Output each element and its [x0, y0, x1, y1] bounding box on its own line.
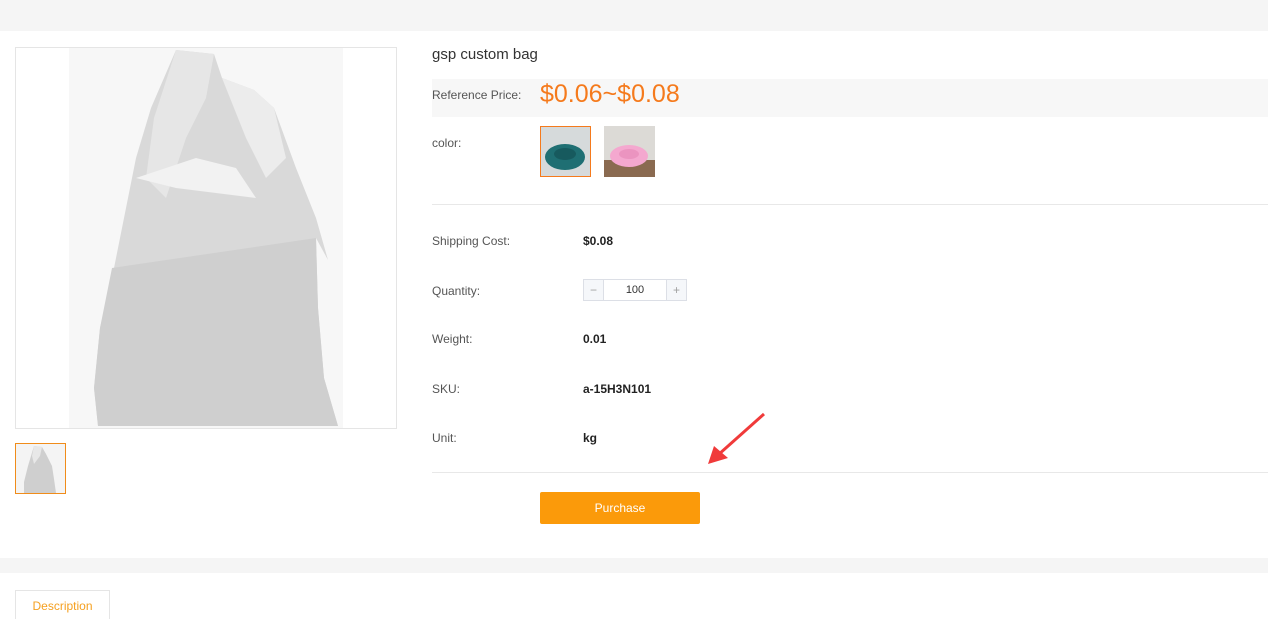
divider-top [432, 204, 1268, 205]
quantity-label: Quantity: [432, 284, 481, 298]
unit-value: kg [583, 431, 598, 445]
annotation-arrow-icon [708, 412, 765, 464]
quantity-increase-button[interactable]: + [666, 280, 686, 300]
shipping-cost-label: Shipping Cost: [432, 234, 511, 248]
teal-pet-bed-icon [541, 127, 590, 176]
quantity-stepper[interactable]: − + [583, 279, 687, 301]
price-value: $0.06~$0.08 [540, 80, 680, 108]
sku-value: a-15H3N101 [583, 382, 652, 396]
unit-label: Unit: [432, 431, 457, 445]
bag-thumbnail [24, 446, 56, 493]
weight-label: Weight: [432, 332, 473, 346]
quantity-input[interactable] [604, 280, 666, 300]
divider-bottom [432, 472, 1268, 473]
quantity-decrease-button[interactable]: − [584, 280, 604, 300]
purchase-button[interactable]: Purchase [540, 492, 700, 524]
product-title: gsp custom bag [432, 46, 538, 63]
color-label: color: [432, 136, 462, 150]
main-product-image[interactable] [15, 47, 397, 429]
color-swatch-teal[interactable] [540, 126, 591, 177]
price-label: Reference Price: [432, 88, 522, 102]
thumbnail-image[interactable] [15, 443, 66, 494]
bag-illustration [94, 50, 338, 426]
tab-description[interactable]: Description [15, 590, 110, 619]
sku-label: SKU: [432, 382, 461, 396]
tabs-strip [0, 573, 1268, 619]
color-swatch-pink[interactable] [604, 126, 655, 177]
pink-pet-bed-icon [604, 126, 655, 177]
shipping-cost-value: $0.08 [583, 234, 614, 248]
weight-value: 0.01 [583, 332, 607, 346]
